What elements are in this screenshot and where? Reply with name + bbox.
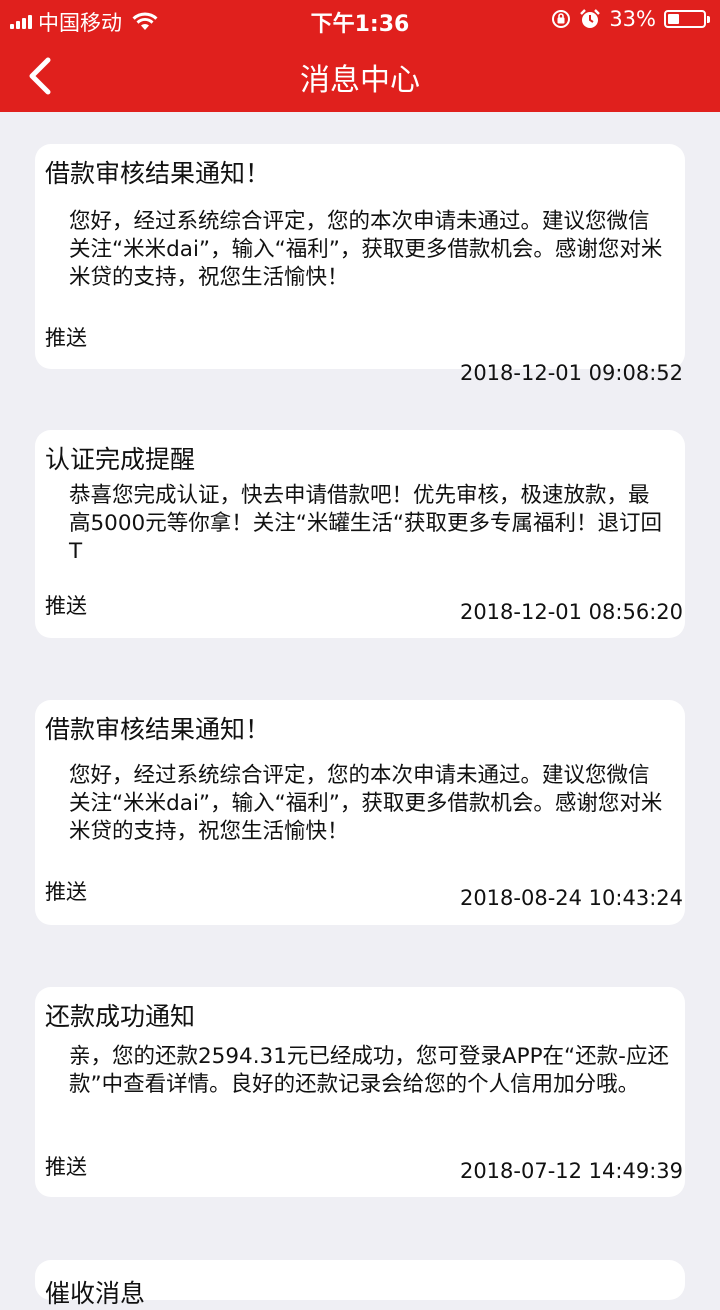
message-title: 认证完成提醒 bbox=[45, 445, 196, 474]
message-time: 2018-07-12 14:49:39 bbox=[459, 1159, 683, 1183]
status-bar: 中国移动 下午1:36 33% bbox=[0, 0, 720, 40]
message-time: 2018-12-01 08:56:20 bbox=[459, 600, 683, 624]
message-title: 催收消息 bbox=[45, 1279, 146, 1308]
message-body: 您好，经过系统综合评定，您的本次申请未通过。建议您微信关注“米米dai”，输入“… bbox=[69, 209, 663, 290]
message-tag: 推送 bbox=[45, 326, 87, 350]
battery-level-fill bbox=[668, 14, 679, 24]
page-title: 消息中心 bbox=[300, 63, 420, 98]
message-time: 2018-08-24 10:43:24 bbox=[459, 886, 683, 910]
message-time: 2018-12-01 09:08:52 bbox=[459, 361, 683, 385]
message-card[interactable]: 催收消息 bbox=[35, 1260, 685, 1308]
message-body: 您好，经过系统综合评定，您的本次申请未通过。建议您微信关注“米米dai”，输入“… bbox=[69, 763, 663, 844]
battery-icon bbox=[664, 10, 710, 28]
message-title: 借款审核结果通知！ bbox=[45, 715, 271, 744]
message-card[interactable]: 认证完成提醒 恭喜您完成认证，快去申请借款吧！优先审核，极速放款，最高5000元… bbox=[35, 430, 685, 638]
message-title: 借款审核结果通知！ bbox=[45, 159, 271, 188]
message-card[interactable]: 借款审核结果通知！ 您好，经过系统综合评定，您的本次申请未通过。建议您微信关注“… bbox=[35, 144, 685, 385]
nav-bar: 消息中心 bbox=[0, 40, 720, 112]
message-card[interactable]: 借款审核结果通知！ 您好，经过系统综合评定，您的本次申请未通过。建议您微信关注“… bbox=[35, 700, 685, 925]
message-tag: 推送 bbox=[45, 880, 87, 904]
message-body: 恭喜您完成认证，快去申请借款吧！优先审核，极速放款，最高5000元等你拿！关注“… bbox=[69, 483, 662, 564]
status-right: 33% bbox=[551, 7, 710, 31]
message-card[interactable]: 还款成功通知 亲，您的还款2594.31元已经成功，您可登录APP在“还款-应还… bbox=[35, 987, 685, 1197]
message-tag: 推送 bbox=[45, 1155, 87, 1179]
message-title: 还款成功通知 bbox=[45, 1002, 196, 1031]
alarm-icon bbox=[580, 9, 601, 28]
message-tag: 推送 bbox=[45, 594, 87, 618]
message-body: 亲，您的还款2594.31元已经成功，您可登录APP在“还款-应还款”中查看详情… bbox=[69, 1044, 669, 1097]
battery-percent: 33% bbox=[609, 7, 656, 31]
orientation-lock-icon bbox=[552, 10, 571, 28]
